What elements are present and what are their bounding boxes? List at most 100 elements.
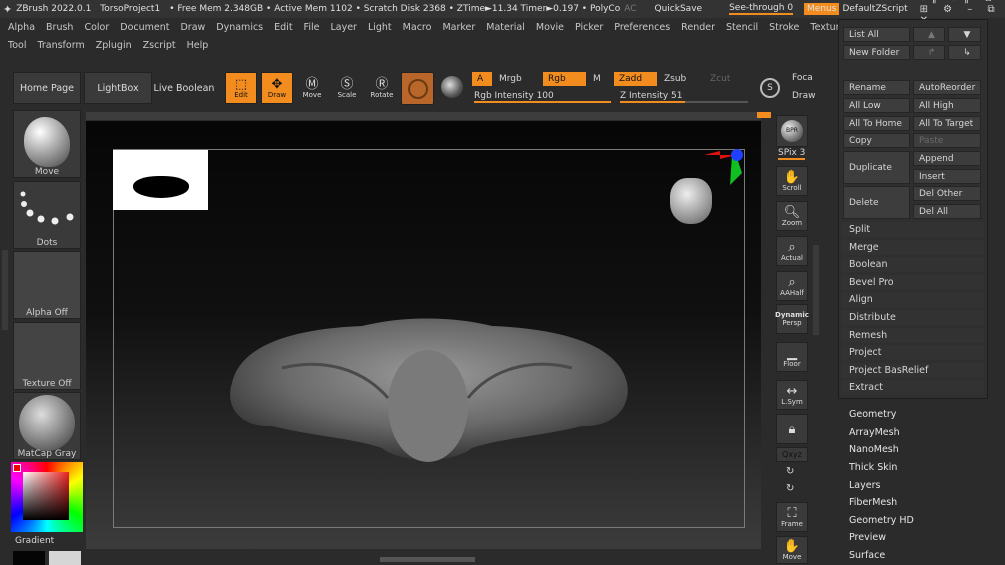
auto-reorder-button[interactable]: AutoReorder [913,80,981,95]
symmetry-icon[interactable]: S [760,78,780,98]
del-other-button[interactable]: Del Other [913,186,981,201]
alpha-tile[interactable]: Alpha Off [13,251,81,319]
move-view-button[interactable]: ✋ Move [776,536,808,564]
subpalette-thick-skin[interactable]: Thick Skin [838,459,998,477]
color-picker[interactable] [11,462,83,532]
all-to-target-button[interactable]: All To Target [913,116,981,131]
list-all-button[interactable]: List All [843,27,910,42]
color-picker-square[interactable] [23,472,69,520]
subpalette-arraymesh[interactable]: ArrayMesh [838,424,998,442]
zcut-toggle[interactable]: Zcut [705,72,749,86]
menu-material[interactable]: Material [486,22,525,33]
menu-dynamics[interactable]: Dynamics [216,22,263,33]
xyz-button[interactable]: Qxyz [776,447,808,462]
subpalette-geometry-hd[interactable]: Geometry HD [838,512,998,530]
z-intensity-slider[interactable]: Z Intensity 51 [620,91,748,105]
material-tile[interactable]: MatCap Gray [13,392,81,460]
zadd-toggle[interactable]: Zadd [614,72,657,86]
all-to-home-button[interactable]: All To Home [843,116,910,131]
menu-edit[interactable]: Edit [274,22,292,33]
rotate-y-icon[interactable]: ↻ [786,466,794,477]
live-boolean-button[interactable]: Live Boolean [153,72,215,104]
paste-button[interactable]: Paste [913,133,981,148]
action-project-basrelief[interactable]: Project BasRelief [841,362,984,378]
subpalette-surface[interactable]: Surface [838,547,998,565]
del-all-button[interactable]: Del All [913,204,981,219]
menu-zplugin[interactable]: Zplugin [96,40,132,51]
m-toggle[interactable]: M [588,72,608,86]
head-gizmo-icon[interactable] [670,178,712,224]
move-down-button[interactable]: ▼ [948,27,981,42]
action-bevel-pro[interactable]: Bevel Pro [841,274,984,290]
action-boolean[interactable]: Boolean [841,257,984,273]
material-swatch[interactable] [401,72,434,105]
lsym-button[interactable]: ↔ L.Sym [776,380,808,410]
menu-light[interactable]: Light [368,22,392,33]
sculpt-model[interactable] [222,308,634,468]
frame-button[interactable]: ⛶ Frame [776,502,808,532]
subpalette-geometry[interactable]: Geometry [838,406,998,424]
move-up-button[interactable]: ▲ [913,27,945,42]
subpalette-layers[interactable]: Layers [838,476,998,494]
rotate-z-icon[interactable]: ↻ [786,483,794,494]
color-switch-icon[interactable] [441,76,463,98]
folder-out-icon[interactable]: ↳ [948,45,981,60]
menu-movie[interactable]: Movie [536,22,564,33]
menu-tool[interactable]: Tool [8,40,26,51]
lightbox-button[interactable]: LightBox [84,72,152,104]
default-zscript-button[interactable]: DefaultZScript [842,4,907,14]
bpr-button[interactable]: BPR [776,115,808,147]
texture-tile[interactable]: Texture Off [13,322,81,390]
subpalette-preview[interactable]: Preview [838,529,998,547]
left-tray-collapse-handle[interactable] [2,250,8,330]
draw-button[interactable]: ✥ Draw [261,72,293,104]
aahalf-button[interactable]: ⌕ AAHalf [776,271,808,301]
all-high-button[interactable]: All High [913,98,981,113]
rename-button[interactable]: Rename [843,80,910,95]
menu-preferences[interactable]: Preferences [614,22,670,33]
insert-button[interactable]: Insert [913,169,981,184]
append-button[interactable]: Append [913,151,981,166]
lock-button[interactable]: 🔒︎ [776,414,808,444]
move-button[interactable]: Ⓜ Move [296,72,328,104]
rgb-intensity-slider[interactable]: Rgb Intensity 100 [474,91,611,105]
menu-picker[interactable]: Picker [575,22,603,33]
duplicate-button[interactable]: Duplicate [843,151,910,184]
menu-layer[interactable]: Layer [330,22,357,33]
color-picker-handle[interactable] [13,464,21,472]
actual-button[interactable]: ⌕ Actual [776,236,808,266]
edit-button[interactable]: ⬚ Edit [225,72,257,104]
floor-button[interactable]: ▁ Floor [776,342,808,372]
delete-button[interactable]: Delete [843,186,910,219]
secondary-color-swatch[interactable] [49,551,81,565]
mrgb-toggle[interactable]: Mrgb [494,72,540,86]
menu-zscript[interactable]: Zscript [143,40,176,51]
action-project[interactable]: Project [841,345,984,361]
brush-tile[interactable]: Move [13,110,81,178]
all-low-button[interactable]: All Low [843,98,910,113]
action-split[interactable]: Split [841,222,984,237]
zoom-button[interactable]: 🔍︎ Zoom [776,201,808,231]
main-color-swatch[interactable] [13,551,45,565]
focal-shift-slider[interactable]: Foca [792,73,813,83]
new-folder-button[interactable]: New Folder [843,45,910,60]
menu-draw[interactable]: Draw [180,22,205,33]
menu-stroke[interactable]: Stroke [769,22,799,33]
subpalette-nanomesh[interactable]: NanoMesh [838,441,998,459]
home-page-button[interactable]: Home Page [13,72,81,104]
stroke-tile[interactable]: Dots [13,181,81,249]
menu-transform[interactable]: Transform [37,40,84,51]
scroll-button[interactable]: ✋ Scroll [776,166,808,196]
menu-macro[interactable]: Macro [403,22,432,33]
subpalette-fibermesh[interactable]: FiberMesh [838,494,998,512]
right-tray-collapse-handle[interactable] [813,245,819,335]
see-through-slider[interactable]: See-through 0 [729,3,794,15]
canvas-bottom-scroll[interactable] [380,557,475,562]
quicksave-button[interactable]: QuickSave [655,4,703,14]
menu-color[interactable]: Color [84,22,109,33]
action-merge[interactable]: Merge [841,239,984,255]
action-extract[interactable]: Extract [841,380,984,396]
menu-render[interactable]: Render [681,22,715,33]
canvas-corner-marker[interactable] [757,112,771,118]
menu-file[interactable]: File [304,22,320,33]
